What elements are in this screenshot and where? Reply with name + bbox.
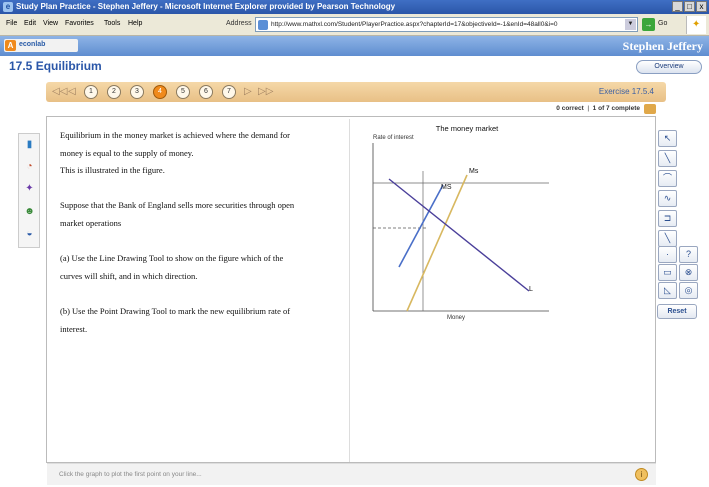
menu-favorites[interactable]: Favorites bbox=[65, 20, 94, 27]
window-title: Study Plan Practice - Stephen Jeffery - … bbox=[16, 2, 396, 11]
line-icon[interactable]: ╲ bbox=[658, 150, 677, 167]
menu-file[interactable]: File bbox=[6, 20, 17, 27]
correct-count: 0 correct bbox=[556, 105, 584, 112]
book-icon[interactable]: ▮ bbox=[22, 138, 37, 152]
point-icon[interactable]: · bbox=[658, 246, 677, 263]
curve-icon[interactable]: ⌒ bbox=[658, 170, 677, 187]
part-a-text: (a) Use the Line Drawing Tool to show on… bbox=[60, 253, 284, 264]
go-arrow-icon: → bbox=[642, 18, 655, 31]
complete-count: 1 of 7 complete bbox=[592, 105, 640, 112]
delete-icon[interactable]: ⊗ bbox=[679, 264, 698, 281]
exercise-frame: Equilibrium in the money market is achie… bbox=[46, 116, 656, 463]
user-name: Stephen Jeffery bbox=[622, 39, 703, 53]
graph-title: The money market bbox=[436, 125, 499, 133]
y-axis-label: Rate of interest bbox=[373, 135, 414, 141]
l-label: L bbox=[529, 286, 533, 293]
part-a-text: curves will shift, and in which directio… bbox=[60, 270, 198, 281]
reset-button[interactable]: Reset bbox=[657, 304, 697, 319]
info-icon[interactable]: i bbox=[635, 468, 648, 481]
people-icon[interactable]: ☻ bbox=[22, 205, 37, 219]
previous-question-icon[interactable]: ◁ bbox=[68, 86, 76, 97]
page-icon bbox=[258, 20, 268, 30]
go-button[interactable]: → Go bbox=[642, 17, 676, 32]
part-b-text: interest. bbox=[60, 323, 88, 334]
question-navigator: ◁◁ ◁ 1 2 3 4 5 6 7 ▷ ▷▷ Exercise 17.5.4 bbox=[46, 82, 666, 102]
address-field[interactable]: http://www.mathxl.com/Student/PlayerPrac… bbox=[255, 17, 638, 32]
question-4-button[interactable]: 4 bbox=[153, 85, 167, 99]
question-7-button[interactable]: 7 bbox=[222, 85, 236, 99]
question-6-button[interactable]: 6 bbox=[199, 85, 213, 99]
question-text: Equilibrium in the money market is achie… bbox=[60, 127, 344, 338]
help-icon[interactable] bbox=[644, 104, 656, 114]
x-axis-label: Money bbox=[447, 315, 465, 321]
pointer-icon[interactable]: ↖ bbox=[658, 130, 677, 147]
section-header: 17.5 Equilibrium Overview bbox=[0, 56, 709, 78]
freehand-icon[interactable]: ∿ bbox=[658, 190, 677, 207]
ms-curve bbox=[398, 184, 444, 268]
left-toolbar: ▮ ◔ ✦ ☻ ◒ bbox=[18, 133, 40, 248]
app-header: A econlab Stephen Jeffery bbox=[0, 36, 709, 56]
question-line: This is illustrated in the figure. bbox=[60, 165, 165, 176]
first-question-icon[interactable]: ◁◁ bbox=[52, 86, 67, 97]
question-line: Suppose that the Bank of England sells m… bbox=[60, 200, 295, 211]
section-title: 17.5 Equilibrium bbox=[9, 59, 102, 73]
chart-icon[interactable]: ◔ bbox=[22, 160, 37, 174]
exercise-label: Exercise 17.5.4 bbox=[598, 87, 654, 96]
question-line: market operations bbox=[60, 217, 122, 228]
money-market-graph[interactable]: The money market Rate of interest MS Ms … bbox=[367, 125, 557, 325]
menu-bar: File Edit View Favorites Tools Help Addr… bbox=[0, 14, 709, 36]
undo-icon[interactable]: ◺ bbox=[658, 282, 677, 299]
menu-view[interactable]: View bbox=[43, 20, 58, 27]
ray-icon[interactable]: ╲ bbox=[658, 230, 677, 247]
question-1-button[interactable]: 1 bbox=[84, 85, 98, 99]
go-label: Go bbox=[658, 20, 668, 27]
status-row: 0 correct | 1 of 7 complete bbox=[46, 102, 666, 116]
maximize-button[interactable]: □ bbox=[684, 1, 695, 12]
address-label: Address bbox=[226, 20, 252, 27]
ie-icon: e bbox=[3, 2, 13, 12]
menu-help[interactable]: Help bbox=[128, 20, 142, 27]
help-icon[interactable]: ? bbox=[679, 246, 698, 263]
windows-logo-icon: ✦ bbox=[686, 16, 706, 34]
pane-divider bbox=[349, 119, 350, 462]
close-button[interactable]: x bbox=[696, 1, 707, 12]
liquidity-curve bbox=[388, 178, 530, 292]
ms-subscript-label: Ms bbox=[469, 168, 479, 175]
settings-icon[interactable]: ◎ bbox=[679, 282, 698, 299]
overview-button[interactable]: Overview bbox=[636, 60, 702, 74]
hint-text: Click the graph to plot the first point … bbox=[59, 471, 202, 478]
hat-icon[interactable]: ◒ bbox=[22, 227, 37, 241]
question-5-button[interactable]: 5 bbox=[176, 85, 190, 99]
rectangle-icon[interactable]: ▭ bbox=[658, 264, 677, 281]
progress-status: 0 correct | 1 of 7 complete bbox=[556, 105, 640, 112]
menu-edit[interactable]: Edit bbox=[24, 20, 36, 27]
segment-icon[interactable]: ⊐ bbox=[658, 210, 677, 227]
drawing-toolbar: ↖ ╲ ⌒ ∿ ⊐ ╲ · ? ▭ ⊗ ◺ ◎ Reset bbox=[656, 128, 704, 328]
next-question-icon[interactable]: ▷ bbox=[244, 86, 252, 97]
question-2-button[interactable]: 2 bbox=[107, 85, 121, 99]
menu-tools[interactable]: Tools bbox=[104, 20, 120, 27]
econlab-logo: A econlab bbox=[4, 39, 78, 52]
last-question-icon[interactable]: ▷▷ bbox=[258, 86, 273, 97]
minimize-button[interactable]: _ bbox=[672, 1, 683, 12]
address-dropdown-icon[interactable]: ▼ bbox=[625, 19, 636, 30]
hint-bar: Click the graph to plot the first point … bbox=[47, 463, 656, 485]
question-line: Equilibrium in the money market is achie… bbox=[60, 130, 290, 140]
part-b-text: (b) Use the Point Drawing Tool to mark t… bbox=[60, 305, 291, 316]
ms-label: MS bbox=[441, 184, 452, 191]
window-title-bar: e Study Plan Practice - Stephen Jeffery … bbox=[0, 0, 709, 14]
address-url[interactable]: http://www.mathxl.com/Student/PlayerPrac… bbox=[271, 21, 627, 28]
question-line: money is equal to the supply of money. bbox=[60, 147, 194, 158]
question-3-button[interactable]: 3 bbox=[130, 85, 144, 99]
person-icon[interactable]: ✦ bbox=[22, 182, 37, 196]
